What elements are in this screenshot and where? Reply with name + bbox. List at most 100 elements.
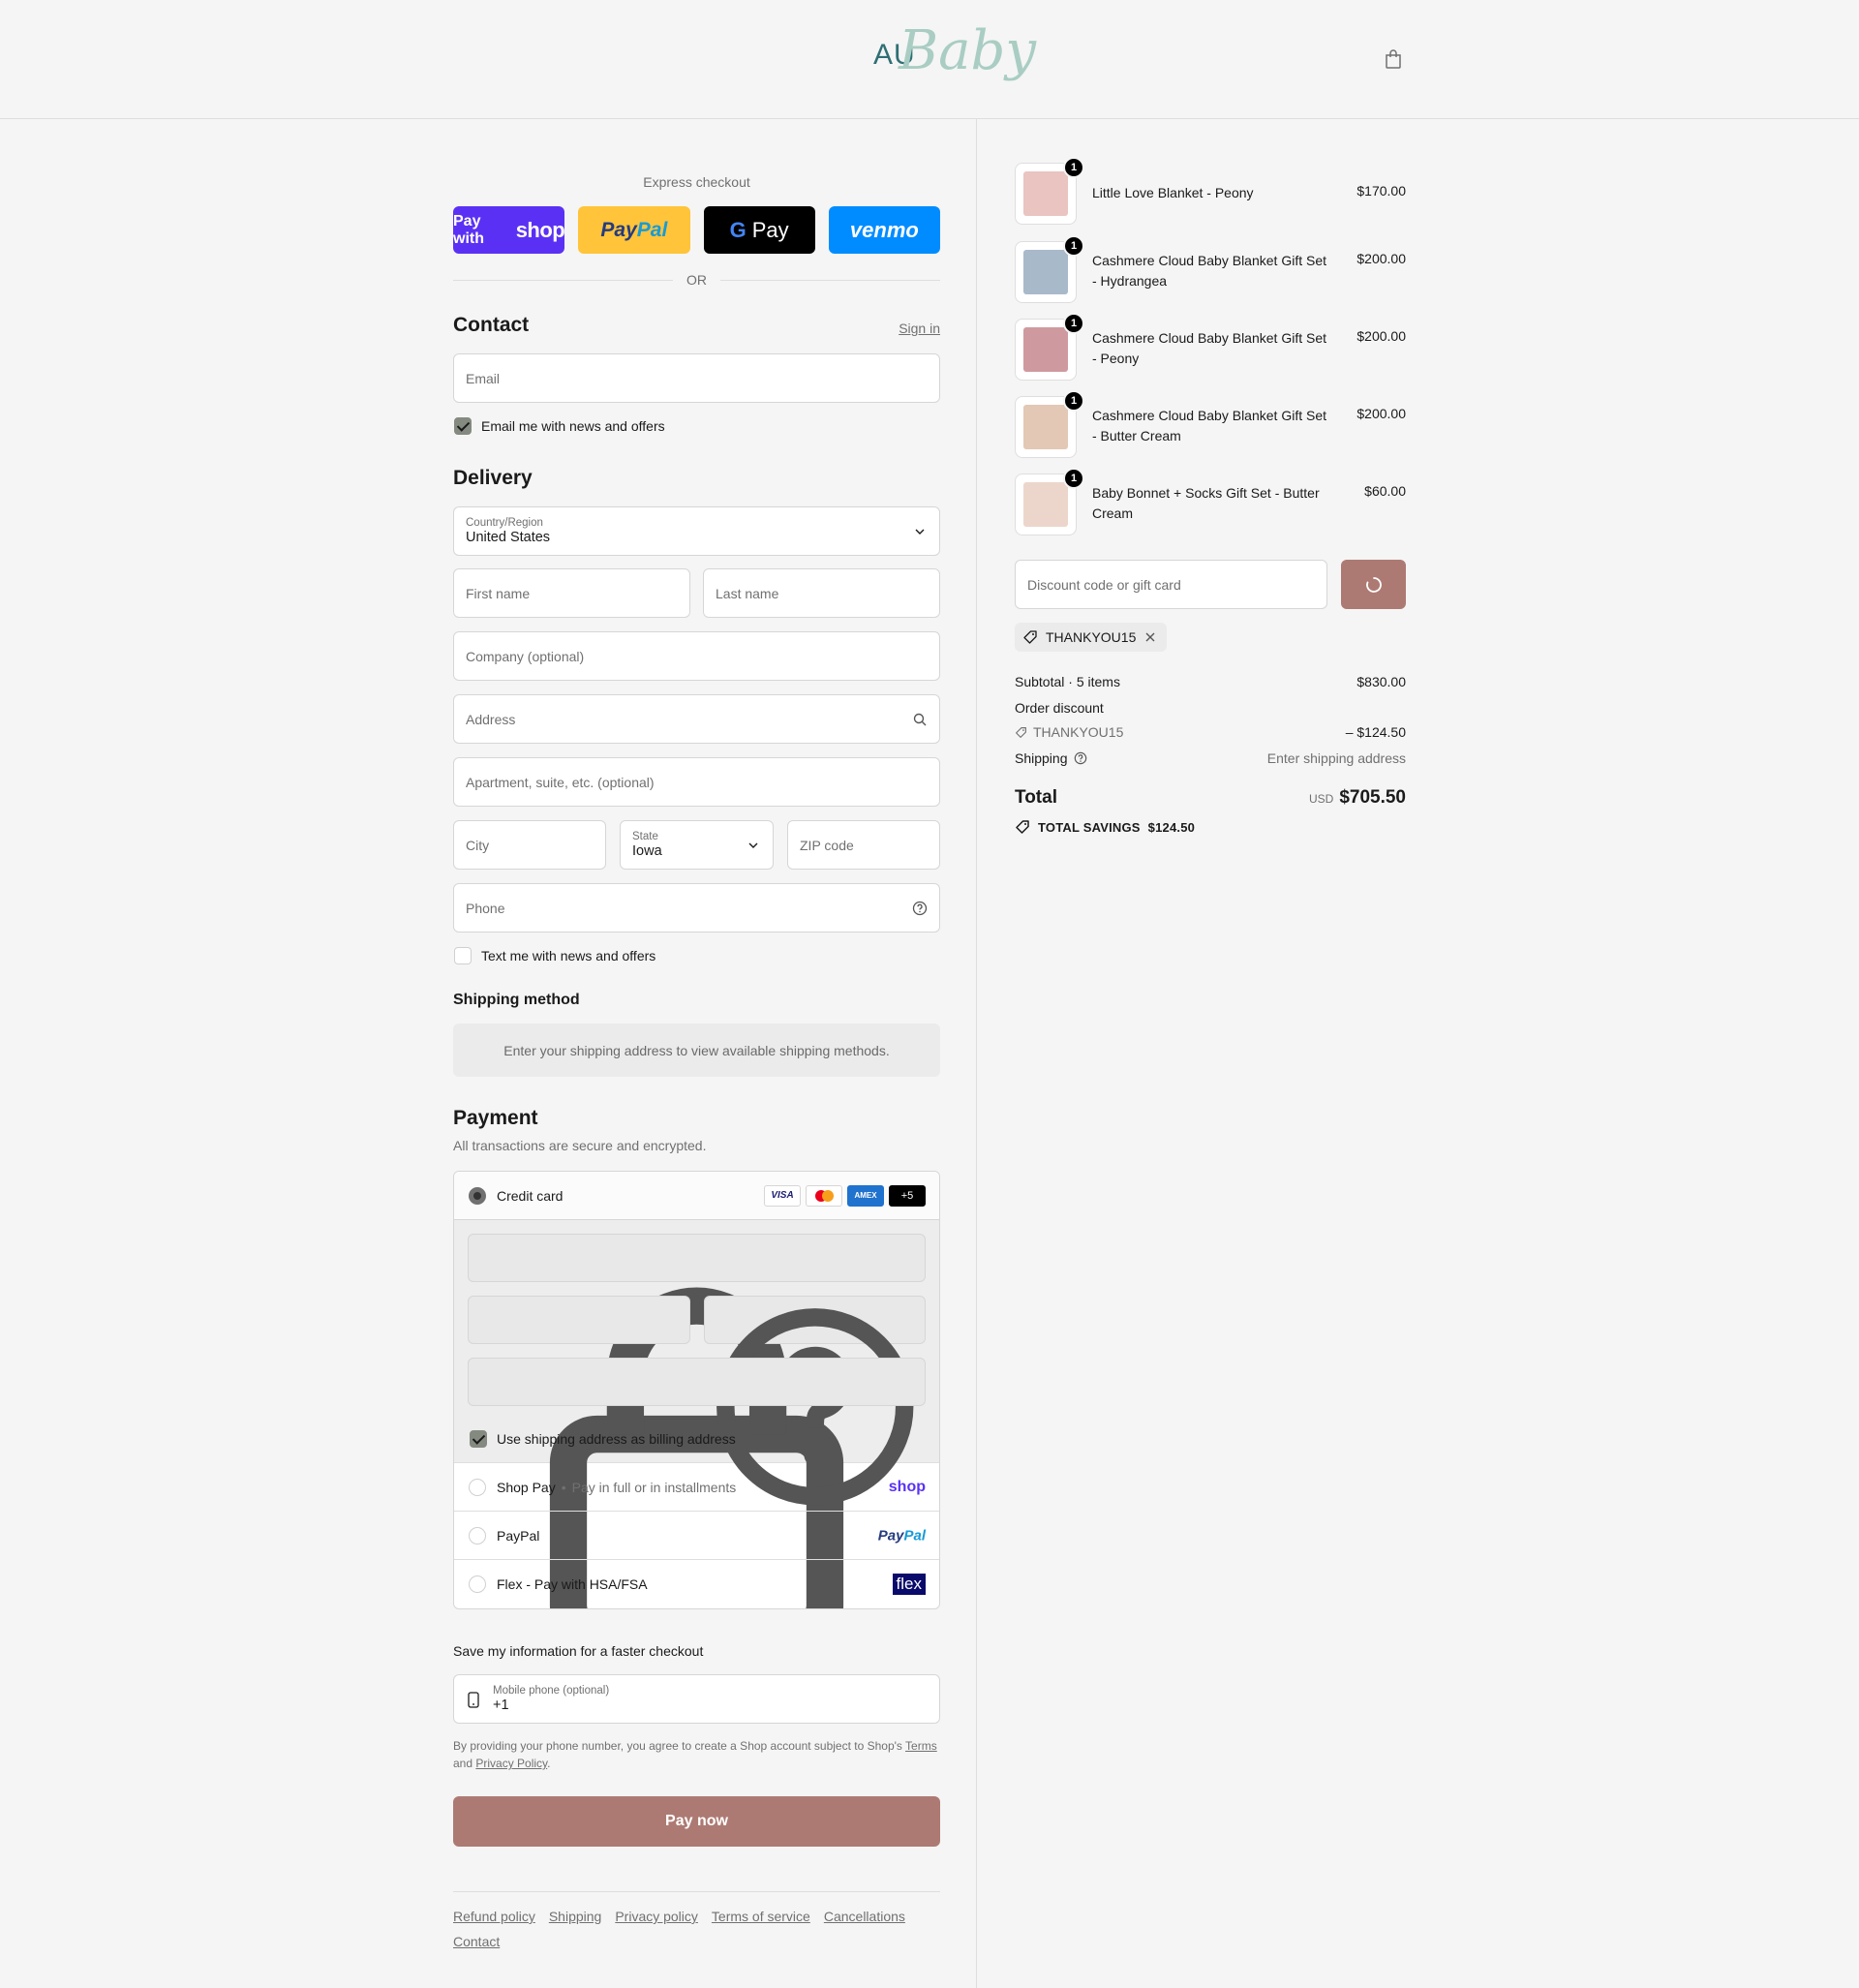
mobile-phone-field[interactable]: Mobile phone (optional) +1 xyxy=(453,1674,940,1724)
total-row: Total USD $705.50 xyxy=(1015,787,1406,809)
store-logo[interactable]: AU Baby xyxy=(871,19,1036,99)
gpay-label: Pay xyxy=(751,217,789,242)
subtotal-label: Subtotal · 5 items xyxy=(1015,674,1120,689)
help-icon[interactable] xyxy=(1074,751,1087,765)
refund-policy-link[interactable]: Refund policy xyxy=(453,1904,535,1929)
product-image xyxy=(1023,327,1068,372)
terms-of-service-link[interactable]: Terms of service xyxy=(712,1904,810,1929)
item-price: $200.00 xyxy=(1356,251,1406,266)
subtotal-row: Subtotal · 5 items $830.00 xyxy=(1015,674,1406,689)
city-field[interactable]: City xyxy=(453,820,606,870)
shop-pay-prefix: Pay with xyxy=(453,212,484,247)
contact-title: Contact xyxy=(453,314,530,336)
mobile-phone-label: Mobile phone (optional) xyxy=(493,1685,610,1697)
paypal-logo: PayPal xyxy=(878,1527,926,1544)
phone-field[interactable]: Phone xyxy=(453,883,940,933)
shopping-bag-icon[interactable] xyxy=(1383,48,1404,70)
or-text: OR xyxy=(686,272,707,288)
zip-field[interactable]: ZIP code xyxy=(787,820,940,870)
credit-card-radio[interactable] xyxy=(469,1186,486,1205)
shop-pay-button[interactable]: Pay with shop xyxy=(453,206,565,254)
savings-label: TOTAL SAVINGS xyxy=(1038,819,1141,835)
company-field[interactable]: Company (optional) xyxy=(453,631,940,681)
flex-radio[interactable] xyxy=(469,1575,486,1593)
cart-item: 1 Cashmere Cloud Baby Blanket Gift Set -… xyxy=(1015,313,1406,381)
security-code-field[interactable] xyxy=(703,1296,926,1506)
cart-item: 1 Cashmere Cloud Baby Blanket Gift Set -… xyxy=(1015,390,1406,458)
discount-placeholder: Discount code or gift card xyxy=(1027,576,1181,593)
text-news-checkbox[interactable] xyxy=(454,947,472,964)
email-placeholder: Email xyxy=(466,370,501,386)
company-placeholder: Company (optional) xyxy=(466,648,585,664)
flex-option[interactable]: Flex - Pay with HSA/FSA flex xyxy=(454,1560,939,1608)
footer-links: Refund policy Shipping Privacy policy Terms… xyxy=(453,1904,940,1954)
country-select[interactable]: Country/Region United States xyxy=(453,506,940,556)
email-news-label: Email me with news and offers xyxy=(481,418,665,434)
legal-text: By providing your phone number, you agre… xyxy=(453,1739,902,1753)
help-icon[interactable] xyxy=(912,901,928,916)
flex-label: Flex - Pay with HSA/FSA xyxy=(497,1576,648,1592)
item-price: $170.00 xyxy=(1356,183,1406,199)
apartment-field[interactable]: Apartment, suite, etc. (optional) xyxy=(453,757,940,807)
paypal-button[interactable]: Pay Pal xyxy=(578,206,690,254)
country-label: Country/Region xyxy=(466,517,543,529)
mobile-phone-value: +1 xyxy=(493,1697,509,1713)
product-image xyxy=(1023,250,1068,294)
shipping-label: Shipping xyxy=(1015,750,1068,766)
credit-card-option[interactable]: Credit card VISA AMEX +5 xyxy=(454,1172,939,1220)
cart-item: 1 Cashmere Cloud Baby Blanket Gift Set -… xyxy=(1015,235,1406,303)
shipping-row: Shipping Enter shipping address xyxy=(1015,750,1406,766)
shop-pay-brand: shop xyxy=(515,217,565,242)
paypal-radio[interactable] xyxy=(469,1526,486,1545)
privacy-policy-link[interactable]: Privacy policy xyxy=(615,1904,698,1929)
save-info-title: Save my information for a faster checkou… xyxy=(453,1643,704,1659)
cancellations-link[interactable]: Cancellations xyxy=(824,1904,905,1929)
billing-same-label: Use shipping address as billing address xyxy=(497,1431,736,1447)
contact-link[interactable]: Contact xyxy=(453,1929,500,1954)
terms-link[interactable]: Terms xyxy=(905,1739,937,1753)
quantity-badge: 1 xyxy=(1063,390,1084,412)
tag-icon xyxy=(1016,726,1026,738)
card-number-field[interactable] xyxy=(468,1234,926,1608)
paypal-option[interactable]: PayPal PayPal xyxy=(454,1512,939,1560)
applied-code: THANKYOU15 xyxy=(1046,629,1137,645)
close-icon[interactable] xyxy=(1143,630,1157,644)
address-field[interactable]: Address xyxy=(453,694,940,744)
billing-same-checkbox[interactable] xyxy=(470,1430,487,1448)
address-placeholder: Address xyxy=(466,711,516,727)
quantity-badge: 1 xyxy=(1063,313,1084,334)
state-select[interactable]: State Iowa xyxy=(620,820,774,870)
email-news-checkbox[interactable] xyxy=(454,417,472,435)
footer-divider xyxy=(453,1891,940,1892)
loading-spinner-icon xyxy=(1365,576,1382,593)
shop-pay-radio[interactable] xyxy=(469,1478,486,1496)
first-name-field[interactable]: First name xyxy=(453,568,690,618)
legal-and: and xyxy=(453,1757,473,1770)
email-field[interactable]: Email xyxy=(453,353,940,403)
venmo-label: venmo xyxy=(849,217,919,242)
shop-pay-dot: • xyxy=(561,1479,566,1495)
venmo-button[interactable]: venmo xyxy=(828,206,940,254)
mastercard-icon xyxy=(806,1184,842,1207)
tag-icon xyxy=(1023,630,1037,644)
mobile-phone-icon xyxy=(468,1692,479,1708)
shipping-link[interactable]: Shipping xyxy=(549,1904,602,1929)
shop-pay-option[interactable]: Shop Pay • Pay in full or in installment… xyxy=(454,1463,939,1512)
last-name-field[interactable]: Last name xyxy=(703,568,940,618)
currency-code: USD xyxy=(1308,792,1334,806)
discount-code-field[interactable]: Discount code or gift card xyxy=(1015,560,1327,609)
privacy-link[interactable]: Privacy Policy xyxy=(475,1757,547,1770)
card-brand-logos: VISA AMEX +5 xyxy=(764,1184,926,1207)
delivery-title: Delivery xyxy=(453,467,533,489)
apply-discount-button[interactable] xyxy=(1341,560,1406,609)
legal-period: . xyxy=(547,1757,551,1770)
name-on-card-field[interactable] xyxy=(468,1358,926,1406)
pay-now-button[interactable]: Pay now xyxy=(453,1796,940,1847)
google-pay-button[interactable]: G Pay xyxy=(703,206,815,254)
more-cards-badge: +5 xyxy=(889,1184,926,1207)
paypal-brand-a: Pay xyxy=(600,218,637,241)
sign-in-link[interactable]: Sign in xyxy=(899,321,940,336)
item-name: Baby Bonnet + Socks Gift Set - Butter Cr… xyxy=(1092,485,1320,521)
expiration-field[interactable] xyxy=(468,1296,690,1344)
product-image xyxy=(1023,482,1068,527)
